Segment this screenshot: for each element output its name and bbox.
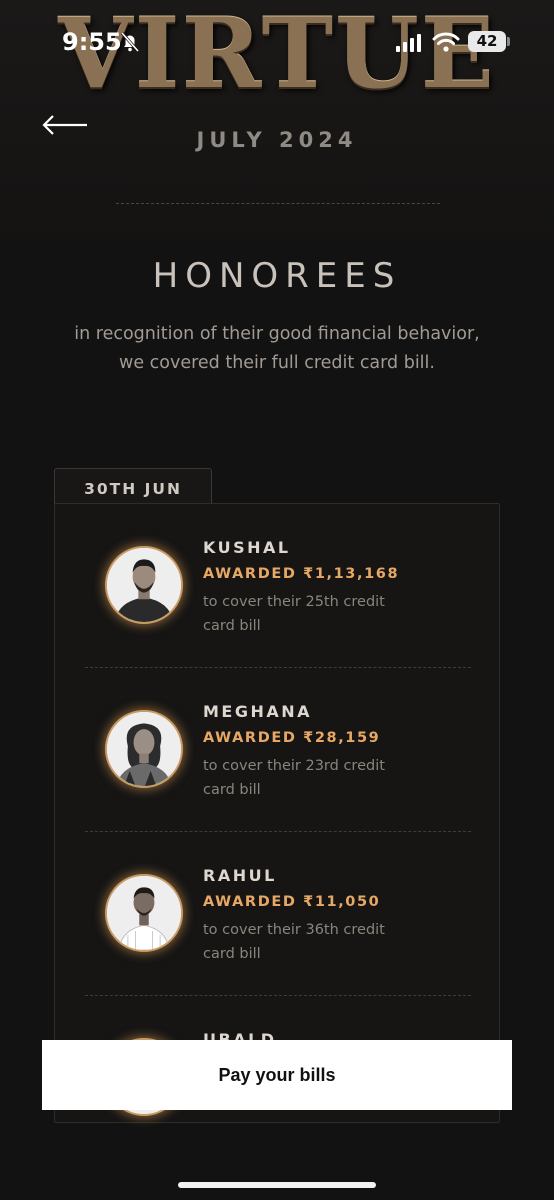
battery-indicator: 42 xyxy=(468,31,506,52)
avatar xyxy=(105,546,183,624)
award-description: to cover their 36th credit card bill xyxy=(203,922,385,962)
award-amount: AWARDED ₹28,159 xyxy=(203,730,381,746)
signal-icon xyxy=(396,34,421,52)
battery-cap xyxy=(507,37,510,46)
pay-bills-button[interactable]: Pay your bills xyxy=(42,1040,512,1110)
home-indicator xyxy=(178,1182,376,1188)
divider xyxy=(116,203,440,204)
list-item: MEGHANA AWARDED ₹28,159 to cover their 2… xyxy=(55,668,501,832)
status-bar: 9:55 42 xyxy=(0,0,554,86)
wifi-icon xyxy=(432,32,460,52)
award-description: to cover their 23rd credit card bill xyxy=(203,758,385,798)
honoree-name: MEGHANA xyxy=(203,702,313,721)
person-photo-icon xyxy=(107,548,181,622)
honoree-name: KUSHAL xyxy=(203,538,291,557)
section-subtitle: in recognition of their good financial b… xyxy=(74,324,480,373)
person-photo-icon xyxy=(107,876,181,950)
date-tab: 30TH JUN xyxy=(54,468,212,508)
avatar xyxy=(105,710,183,788)
list-item: KUSHAL AWARDED ₹1,13,168 to cover their … xyxy=(55,504,501,668)
honorees-list: KUSHAL AWARDED ₹1,13,168 to cover their … xyxy=(54,503,500,1123)
status-time: 9:55 xyxy=(62,28,122,56)
list-item: RAHUL AWARDED ₹11,050 to cover their 36t… xyxy=(55,832,501,996)
person-photo-icon xyxy=(107,712,181,786)
honoree-name: RAHUL xyxy=(203,866,277,885)
avatar xyxy=(105,874,183,952)
award-amount: AWARDED ₹11,050 xyxy=(203,894,381,910)
award-amount: AWARDED ₹1,13,168 xyxy=(203,566,400,582)
back-arrow-icon[interactable] xyxy=(40,112,90,138)
section-title: HONOREES xyxy=(152,256,402,296)
silent-bell-icon xyxy=(120,32,140,52)
award-description: to cover their 25th credit card bill xyxy=(203,594,385,634)
